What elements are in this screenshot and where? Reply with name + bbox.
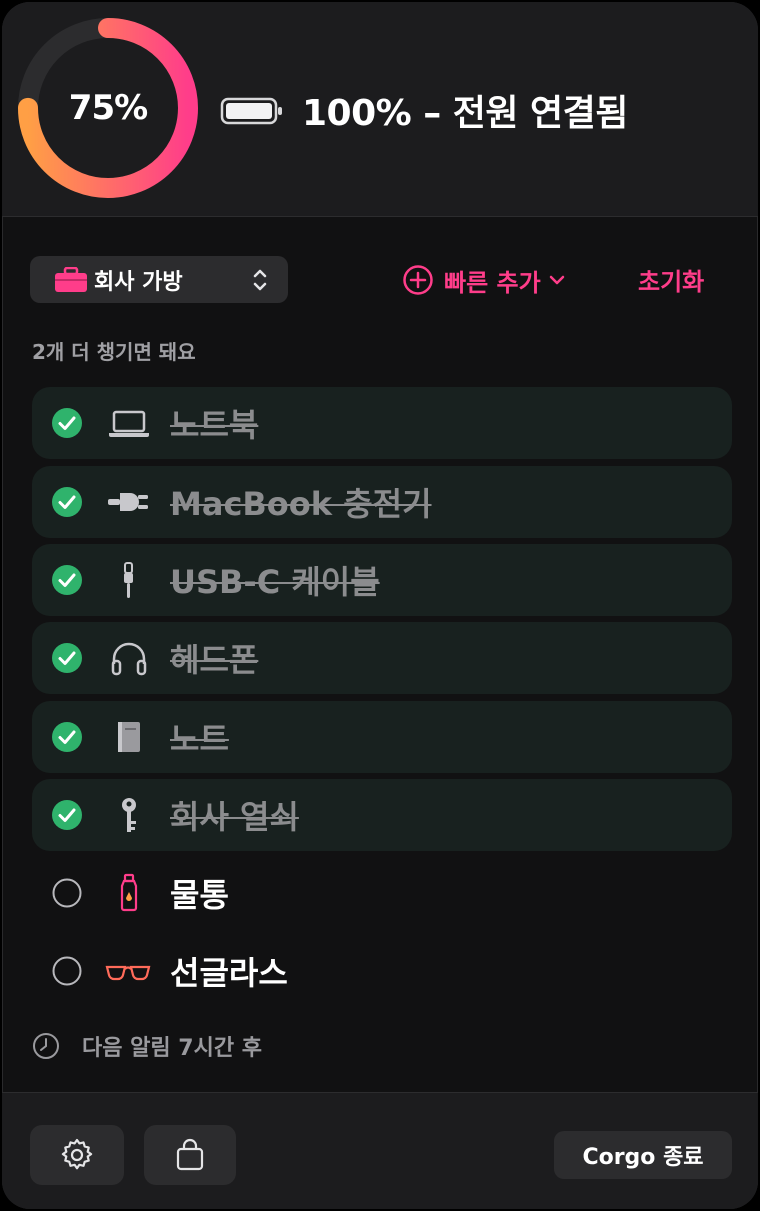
- plus-circle-icon: [403, 265, 433, 295]
- footer-bar: Corgo 종료: [2, 1092, 758, 1209]
- clock-icon: [33, 1033, 59, 1059]
- checklist-item-label: 물통: [170, 876, 229, 914]
- next-alarm-text: 다음 알림 7시간 후: [82, 1036, 262, 1061]
- quick-add-button[interactable]: 빠른 추가: [402, 260, 565, 300]
- checked-circle-icon[interactable]: [52, 722, 82, 752]
- checklist-item-keys[interactable]: 회사 열쇠: [32, 779, 732, 851]
- checklist-item-sunglasses[interactable]: 선글라스: [32, 935, 732, 1007]
- gear-icon: [61, 1138, 93, 1170]
- checklist-item-label: 노트북: [170, 406, 259, 444]
- battery-icon: [220, 97, 282, 125]
- checked-circle-icon[interactable]: [52, 408, 82, 438]
- checked-circle-icon[interactable]: [52, 487, 82, 517]
- checklist-item-charger[interactable]: MacBook 충전기: [32, 466, 732, 538]
- settings-button[interactable]: [30, 1125, 124, 1185]
- checked-circle-icon[interactable]: [52, 643, 82, 673]
- battery-status-text: 100% – 전원 연결됨: [302, 93, 628, 134]
- checklist-item-cable[interactable]: USB-C 케이블: [32, 544, 732, 616]
- bag-selector-label: 회사 가방: [94, 269, 183, 295]
- unchecked-circle-icon[interactable]: [52, 878, 82, 908]
- checklist-item-label: USB-C 케이블: [170, 563, 380, 601]
- checklist-item-notebook[interactable]: 노트: [32, 701, 732, 773]
- checklist-item-label: 선글라스: [170, 954, 288, 992]
- headphones-icon: [111, 642, 147, 676]
- checklist-item-water-bottle[interactable]: 물통: [32, 857, 732, 929]
- shopping-bag-icon: [176, 1138, 204, 1171]
- checked-circle-icon[interactable]: [52, 565, 82, 595]
- unchecked-circle-icon[interactable]: [52, 956, 82, 986]
- next-alarm: 다음 알림 7시간 후: [32, 1030, 262, 1062]
- bag-selector[interactable]: 회사 가방: [30, 256, 288, 303]
- checked-circle-icon[interactable]: [52, 800, 82, 830]
- bags-button[interactable]: [144, 1125, 236, 1185]
- power-plug-icon: [108, 493, 148, 511]
- checklist-item-label: 노트: [170, 720, 229, 758]
- checklist-item-laptop[interactable]: 노트북: [32, 387, 732, 459]
- checklist-item-headphones[interactable]: 헤드폰: [32, 622, 732, 694]
- key-icon: [122, 798, 136, 832]
- remaining-count-text: 2개 더 챙기면 돼요: [32, 340, 196, 364]
- briefcase-icon: [55, 266, 87, 292]
- sunglasses-icon: [105, 965, 151, 981]
- checklist-item-label: 회사 열쇠: [170, 798, 299, 836]
- chevron-up-down-icon: [253, 269, 267, 291]
- water-bottle-icon: [120, 873, 138, 912]
- quick-add-label: 빠른 추가: [444, 268, 541, 297]
- notebook-icon: [118, 722, 140, 752]
- checklist-item-label: 헤드폰: [170, 641, 259, 679]
- quit-button[interactable]: Corgo 종료: [554, 1131, 732, 1179]
- laptop-icon: [109, 410, 149, 437]
- chevron-down-icon: [549, 275, 564, 285]
- reset-button[interactable]: 초기화: [638, 262, 704, 297]
- progress-percent-label: 75%: [68, 88, 148, 128]
- battery-header: 75% 100% – 전원 연결됨: [2, 2, 758, 217]
- cable-icon: [124, 562, 133, 598]
- app-window: 75% 100% – 전원 연결됨 회사 가방 빠른 추가 초기화 2개 더 챙…: [2, 2, 758, 1209]
- checklist-item-label: MacBook 충전기: [170, 485, 432, 523]
